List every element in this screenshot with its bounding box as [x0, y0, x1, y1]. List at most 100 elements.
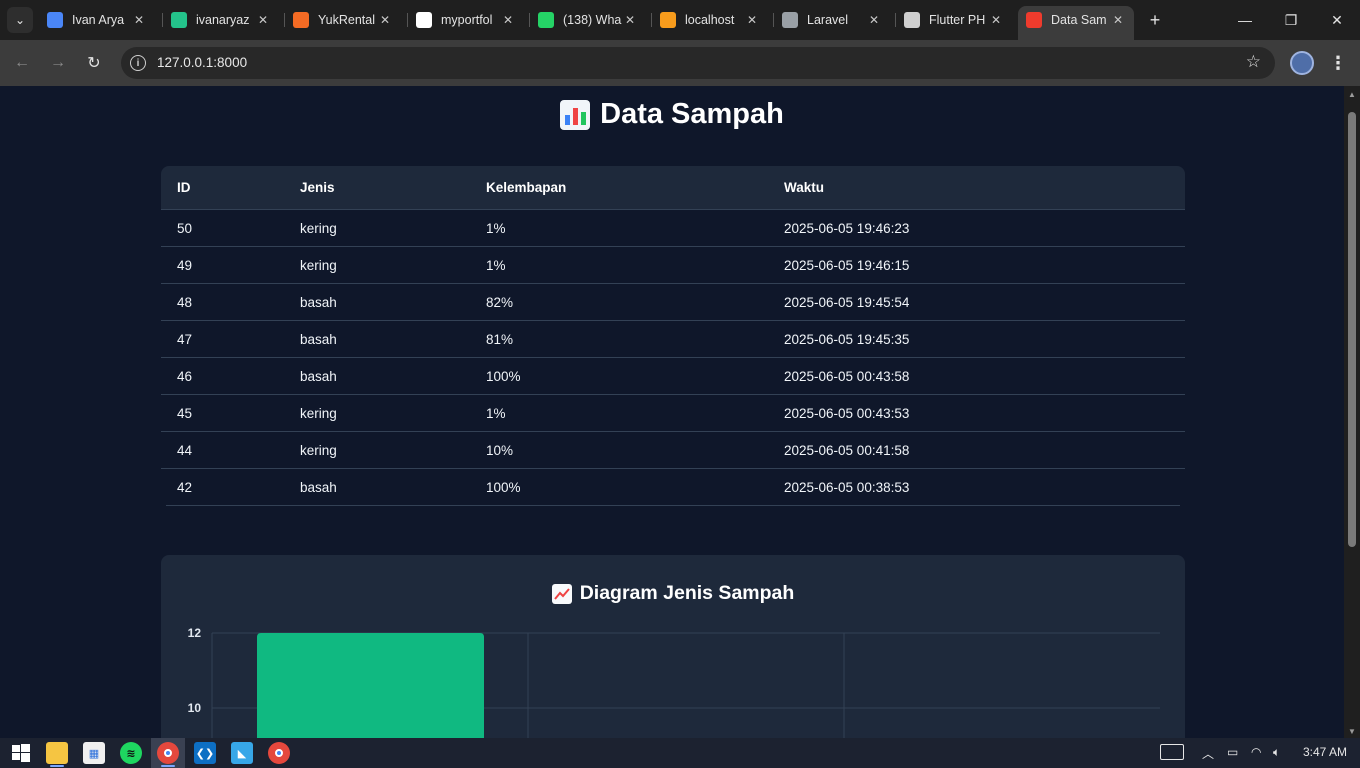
menu-kebab-icon[interactable]: ⋮: [1327, 51, 1349, 75]
table-row: 47 basah 81% 2025-06-05 19:45:35: [161, 321, 1185, 358]
close-icon: ✕: [1331, 11, 1343, 28]
column-header-id[interactable]: ID: [177, 180, 191, 195]
flutter-icon[interactable]: ◣: [231, 742, 253, 764]
tab-separator: [407, 13, 408, 27]
clock[interactable]: 3:47 AM: [1303, 745, 1347, 759]
table-row: 50 kering 1% 2025-06-05 19:46:23: [161, 210, 1185, 247]
browser-tab[interactable]: Data Sam ✕: [1026, 6, 1126, 34]
windows-start-icon[interactable]: [10, 742, 32, 764]
cell-jenis: basah: [300, 480, 337, 495]
scroll-up-icon[interactable]: ▲: [1348, 90, 1356, 99]
tab-title: localhost: [685, 13, 735, 27]
tab-title: ivanaryaz: [196, 13, 250, 27]
tab-close-icon[interactable]: ✕: [1110, 12, 1126, 28]
chart-card: Diagram Jenis Sampah 12 10: [161, 555, 1185, 738]
table-row: 46 basah 100% 2025-06-05 00:43:58: [161, 358, 1185, 395]
cell-id: 44: [177, 443, 193, 458]
back-button[interactable]: ←: [10, 51, 34, 75]
cell-waktu: 2025-06-05 00:43:58: [784, 369, 910, 384]
cell-kelembapan: 1%: [486, 221, 506, 236]
table-row: 48 basah 82% 2025-06-05 19:45:54: [161, 284, 1185, 321]
chrome-icon[interactable]: [157, 742, 179, 764]
page-title-text: Data Sampah: [600, 98, 784, 130]
tab-close-icon[interactable]: ✕: [622, 12, 638, 28]
new-tab-button[interactable]: +: [1145, 10, 1165, 30]
scrollbar-thumb[interactable]: [1348, 112, 1356, 547]
column-header-kelembapan[interactable]: Kelembapan: [486, 180, 566, 195]
file-explorer-icon[interactable]: [46, 742, 68, 764]
cell-waktu: 2025-06-05 00:41:58: [784, 443, 910, 458]
cell-jenis: basah: [300, 332, 337, 347]
volume-icon[interactable]: 🔈︎: [1273, 745, 1280, 760]
tab-close-icon[interactable]: ✕: [255, 12, 271, 28]
url-text[interactable]: 127.0.0.1:8000: [157, 55, 247, 70]
scroll-down-icon[interactable]: ▼: [1348, 727, 1356, 736]
restore-button[interactable]: ❐: [1268, 0, 1314, 40]
y-tick-label: 10: [188, 701, 202, 715]
running-indicator: [161, 765, 175, 767]
tab-close-icon[interactable]: ✕: [377, 12, 393, 28]
forward-button[interactable]: →: [46, 51, 70, 75]
browser-tab[interactable]: ivanaryaz ✕: [171, 6, 271, 34]
windows-taskbar: ▦ ≋ ❮❯ ◣ ︿ ▭ ◠ 🔈︎ 3:47 AM: [0, 738, 1360, 768]
browser-tab[interactable]: Ivan Arya ✕: [47, 6, 147, 34]
cell-jenis: kering: [300, 258, 337, 273]
site-info-icon[interactable]: i: [130, 55, 146, 71]
page-scrollbar[interactable]: ▲ ▼: [1344, 86, 1360, 738]
tab-title: Data Sam: [1051, 13, 1107, 27]
cell-waktu: 2025-06-05 00:43:53: [784, 406, 910, 421]
browser-tab[interactable]: localhost ✕: [660, 6, 760, 34]
cell-waktu: 2025-06-05 19:46:15: [784, 258, 910, 273]
chart-bar[interactable]: [257, 633, 484, 738]
tab-close-icon[interactable]: ✕: [744, 12, 760, 28]
tab-close-icon[interactable]: ✕: [500, 12, 516, 28]
battery-icon[interactable]: ▭: [1227, 745, 1238, 759]
tab-search-button[interactable]: ⌄: [7, 7, 33, 33]
cell-id: 46: [177, 369, 193, 384]
reload-button[interactable]: ↻: [82, 51, 106, 75]
browser-tab[interactable]: Laravel ✕: [782, 6, 882, 34]
vscode-icon[interactable]: ❮❯: [194, 742, 216, 764]
browser-tab[interactable]: myportfol ✕: [416, 6, 516, 34]
tab-separator: [895, 13, 896, 27]
chrome-profile-icon[interactable]: [268, 742, 290, 764]
arrow-right-icon: →: [50, 54, 66, 71]
tab-close-icon[interactable]: ✕: [866, 12, 882, 28]
store-icon[interactable]: ▦: [83, 742, 105, 764]
arrow-left-icon: ←: [14, 54, 30, 71]
table-header: ID Jenis Kelembapan Waktu: [161, 166, 1185, 210]
cell-jenis: kering: [300, 221, 337, 236]
browser-tab[interactable]: (138) Wha ✕: [538, 6, 638, 34]
tab-strip: ⌄ Ivan Arya ✕ ivanaryaz ✕ YukRental ✕ myportfo…: [0, 0, 1360, 40]
cell-kelembapan: 1%: [486, 258, 506, 273]
browser-tab[interactable]: YukRental ✕: [293, 6, 393, 34]
tab-close-icon[interactable]: ✕: [131, 12, 147, 28]
xampp-icon: [293, 12, 309, 28]
tab-separator: [529, 13, 530, 27]
laravel-icon: [1026, 12, 1042, 28]
table-row: 42 basah 100% 2025-06-05 00:38:53: [166, 469, 1180, 506]
minimize-button[interactable]: —: [1222, 0, 1268, 40]
table-row: 49 kering 1% 2025-06-05 19:46:15: [161, 247, 1185, 284]
cell-kelembapan: 81%: [486, 332, 514, 347]
column-header-jenis[interactable]: Jenis: [300, 180, 335, 195]
bookmark-star-icon[interactable]: ☆: [1246, 52, 1261, 72]
profile-avatar[interactable]: [1290, 51, 1314, 75]
docs-icon: [47, 12, 63, 28]
chevron-up-icon[interactable]: ︿: [1202, 745, 1214, 762]
cell-id: 42: [177, 480, 193, 495]
whatsapp-icon: [538, 12, 554, 28]
cell-waktu: 2025-06-05 00:38:53: [784, 480, 910, 495]
wifi-icon[interactable]: ◠: [1251, 745, 1261, 759]
tab-separator: [651, 13, 652, 27]
chevron-down-icon: ⌄: [14, 13, 26, 27]
close-window-button[interactable]: ✕: [1314, 0, 1360, 40]
github-icon: [416, 12, 432, 28]
address-bar[interactable]: i 127.0.0.1:8000 ☆: [121, 47, 1275, 79]
tab-separator: [773, 13, 774, 27]
news-widget-icon[interactable]: [1160, 744, 1184, 760]
browser-tab[interactable]: Flutter PH ✕: [904, 6, 1004, 34]
spotify-icon[interactable]: ≋: [120, 742, 142, 764]
column-header-waktu[interactable]: Waktu: [784, 180, 824, 195]
tab-close-icon[interactable]: ✕: [988, 12, 1004, 28]
